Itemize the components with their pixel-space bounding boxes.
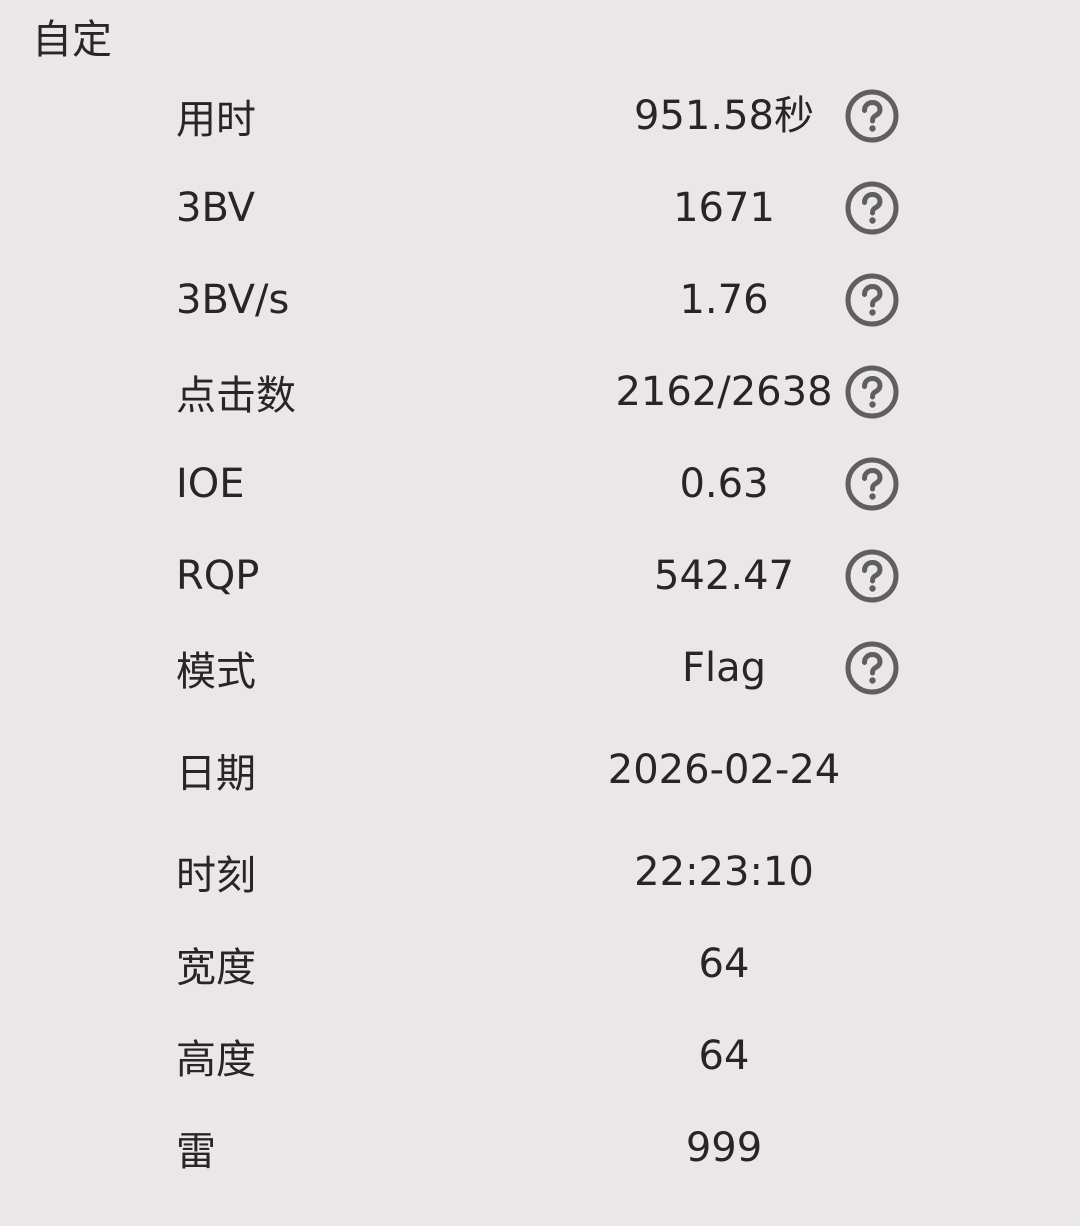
stat-row-time-of-day: 时刻 22:23:10 <box>0 826 1080 918</box>
stat-value: 1.76 <box>679 277 769 323</box>
stat-row-width: 宽度 64 <box>0 918 1080 1010</box>
stat-value: 1671 <box>673 185 775 231</box>
help-icon[interactable] <box>843 639 901 697</box>
stat-label: 时刻 <box>176 853 256 899</box>
stat-value: 951.58秒 <box>634 93 814 139</box>
stat-label: RQP <box>176 553 260 599</box>
stat-value: 2162/2638 <box>615 369 833 415</box>
stat-label: 雷 <box>176 1129 216 1175</box>
stat-label: 日期 <box>176 751 256 797</box>
stat-value: 22:23:10 <box>634 849 814 895</box>
stat-label: 高度 <box>176 1037 256 1083</box>
stat-value: 0.63 <box>679 461 769 507</box>
stat-label: 3BV/s <box>176 277 290 323</box>
stat-row-rqp: RQP 542.47 <box>0 530 1080 622</box>
help-icon[interactable] <box>843 363 901 421</box>
stat-value: 64 <box>698 1033 750 1079</box>
stat-label: IOE <box>176 461 245 507</box>
stat-row-time: 用时 951.58秒 <box>0 70 1080 162</box>
stat-label: 3BV <box>176 185 256 231</box>
stats-list: 用时 951.58秒 3BV 1671 3BV/s 1.76 点击数 2162/… <box>0 70 1080 1194</box>
stat-row-clicks: 点击数 2162/2638 <box>0 346 1080 438</box>
stat-value: 64 <box>698 941 750 987</box>
stat-row-mode: 模式 Flag <box>0 622 1080 714</box>
stat-label: 模式 <box>176 649 256 695</box>
stat-label: 点击数 <box>176 373 296 419</box>
stat-row-3bv: 3BV 1671 <box>0 162 1080 254</box>
stat-value: 2026-02-24 <box>607 747 841 793</box>
stat-label: 宽度 <box>176 945 256 991</box>
stat-row-date: 日期 2026-02-24 <box>0 714 1080 826</box>
help-icon[interactable] <box>843 271 901 329</box>
stat-row-ioe: IOE 0.63 <box>0 438 1080 530</box>
stat-row-3bv-per-second: 3BV/s 1.76 <box>0 254 1080 346</box>
stat-label: 用时 <box>176 97 256 143</box>
stat-value: Flag <box>681 645 767 691</box>
help-icon[interactable] <box>843 87 901 145</box>
page-title: 自定 <box>32 17 112 63</box>
help-icon[interactable] <box>843 455 901 513</box>
stat-value: 999 <box>685 1125 763 1171</box>
help-icon[interactable] <box>843 547 901 605</box>
help-icon[interactable] <box>843 179 901 237</box>
stat-row-height: 高度 64 <box>0 1010 1080 1102</box>
stat-row-mines: 雷 999 <box>0 1102 1080 1194</box>
stat-value: 542.47 <box>654 553 794 599</box>
